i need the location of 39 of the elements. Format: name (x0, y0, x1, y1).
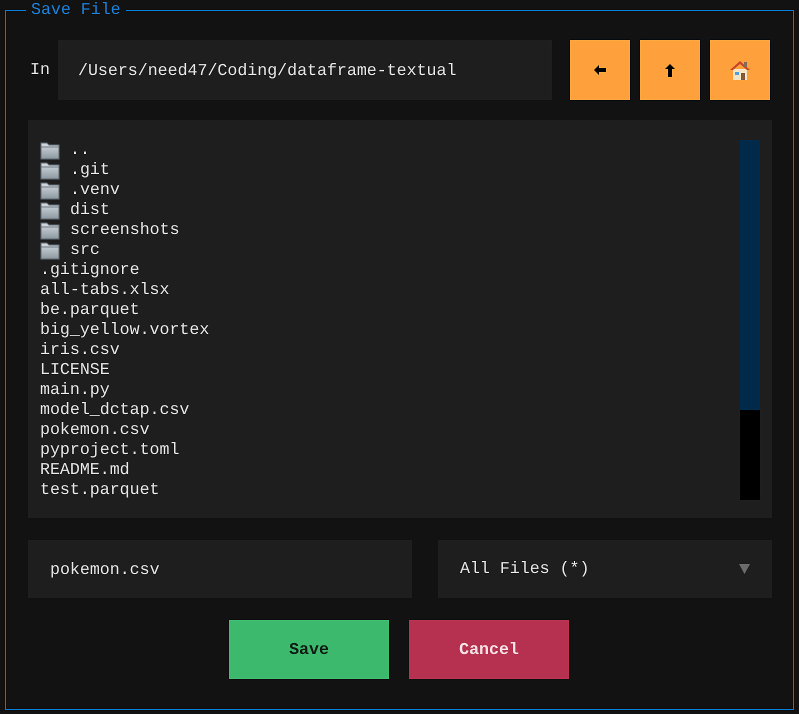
cancel-button[interactable]: Cancel (409, 620, 569, 679)
file-list-item[interactable]: big_yellow.vortex (40, 320, 210, 340)
file-list-item[interactable]: model_dctap.csv (40, 400, 190, 420)
file-list-item[interactable]: main.py (40, 380, 110, 400)
file-type-select[interactable]: All Files (*) (438, 540, 772, 598)
location-label: In (30, 60, 50, 80)
file-list-item[interactable]: be.parquet (40, 300, 140, 320)
file-list-item[interactable]: pyproject.toml (40, 440, 180, 460)
file-list-item[interactable]: .gitignore (40, 260, 140, 280)
filename-field[interactable]: pokemon.csv (28, 540, 412, 598)
file-list-item[interactable]: iris.csv (40, 340, 120, 360)
folder-icon (40, 220, 60, 240)
folder-list-item[interactable]: src (40, 240, 100, 260)
file-list-item[interactable]: test.parquet (40, 480, 160, 500)
folder-list-item[interactable]: screenshots (40, 220, 180, 240)
path-field[interactable]: /Users/need47/Coding/dataframe-textual (58, 40, 552, 100)
folder-icon (40, 140, 60, 160)
file-list-item[interactable]: all-tabs.xlsx (40, 280, 170, 300)
home-icon (730, 60, 750, 80)
back-button[interactable] (570, 40, 630, 100)
home-button[interactable] (710, 40, 770, 100)
folder-list-item[interactable]: dist (40, 200, 110, 220)
left-arrow-icon (594, 65, 606, 75)
folder-icon (40, 180, 60, 200)
up-button[interactable] (640, 40, 700, 100)
folder-list-item[interactable]: .. (40, 140, 90, 160)
save-button[interactable]: Save (229, 620, 389, 679)
up-arrow-icon (665, 64, 675, 76)
dropdown-caret-icon (739, 564, 750, 574)
folder-icon (40, 160, 60, 180)
file-list-item[interactable]: pokemon.csv (40, 420, 150, 440)
file-list-item[interactable]: README.md (40, 460, 130, 480)
scrollbar-thumb[interactable] (740, 140, 760, 410)
folder-icon (40, 200, 60, 220)
file-list-item[interactable]: LICENSE (40, 360, 110, 380)
folder-icon (40, 240, 60, 260)
folder-list-item[interactable]: .venv (40, 180, 120, 200)
scrollbar-track[interactable] (740, 140, 760, 500)
folder-list-item[interactable]: .git (40, 160, 110, 180)
